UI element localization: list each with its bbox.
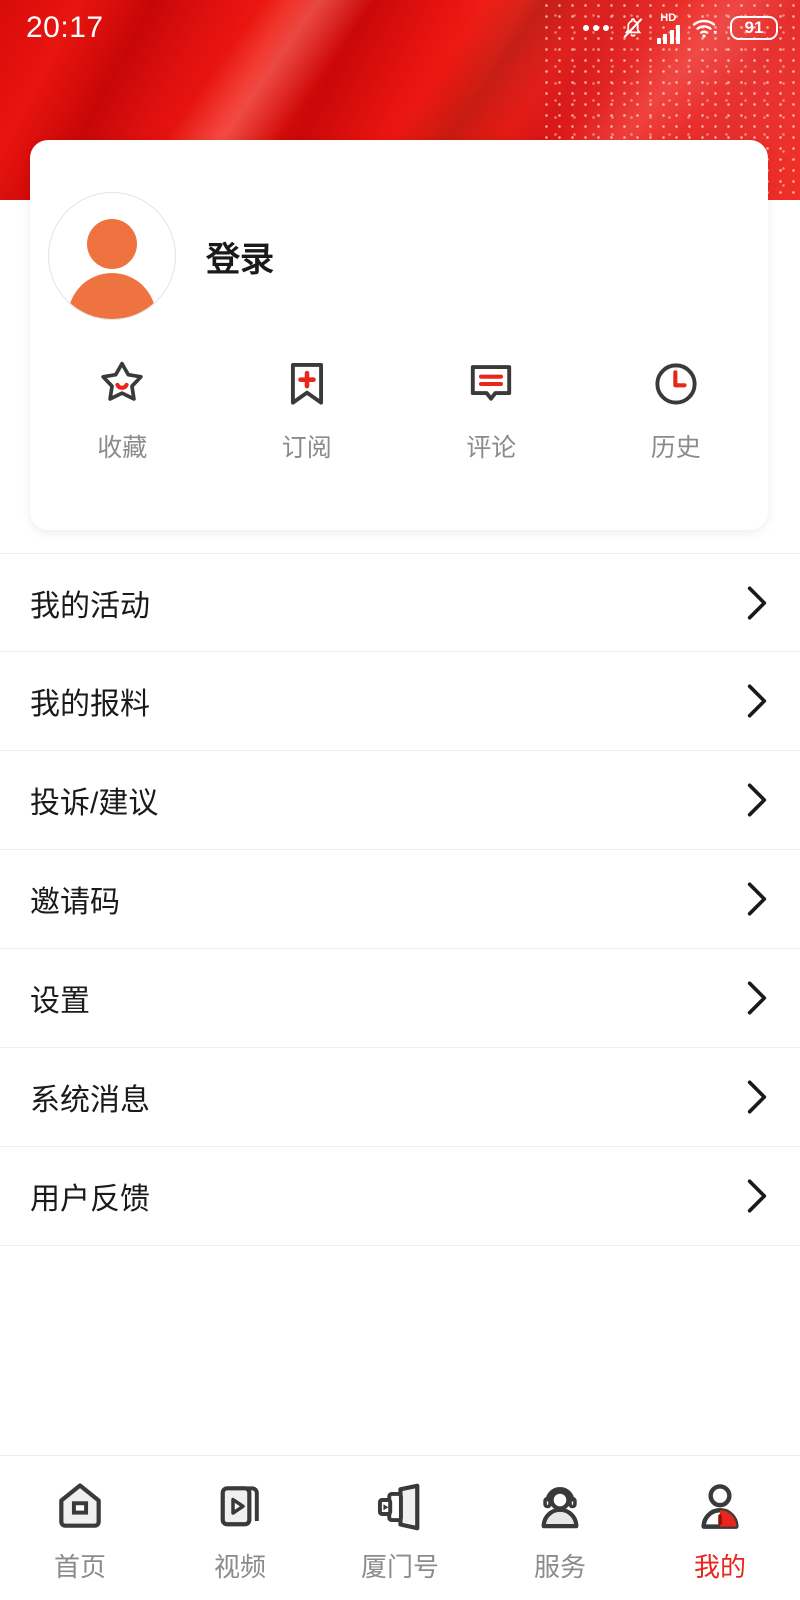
tab-profile[interactable]: 我的 (640, 1473, 800, 1584)
menu-item-label: 我的报料 (30, 688, 150, 721)
chevron-right-icon (747, 684, 767, 718)
chevron-right-icon (747, 981, 767, 1015)
avatar-head-shape (87, 219, 137, 269)
menu-item-label: 用户反馈 (30, 1183, 150, 1216)
menu-item-my-activity[interactable]: 我的活动 (0, 553, 800, 652)
quick-action-comments[interactable]: 评论 (399, 358, 584, 464)
status-bar: 20:17 HD 91 (0, 0, 800, 56)
hd-signal-icon: HD (656, 11, 680, 44)
menu-item-label: 我的活动 (30, 589, 150, 623)
login-row[interactable]: 登录 (30, 140, 768, 320)
tab-label: 服务 (533, 1551, 586, 1582)
settings-menu-list: 我的活动 我的报料 投诉/建议 邀请码 设置 系统消息 用户反馈 (0, 553, 800, 1246)
tab-label: 厦门号 (360, 1551, 439, 1582)
star-icon (101, 361, 143, 401)
tab-service[interactable]: 服务 (480, 1473, 640, 1584)
service-icon (541, 1486, 579, 1528)
bottom-tab-bar: 首页 视频 厦门号 服务 我的 (0, 1455, 800, 1600)
quick-action-favorites[interactable]: 收藏 (30, 358, 215, 464)
quick-action-label: 收藏 (97, 434, 148, 462)
menu-item-my-reports[interactable]: 我的报料 (0, 652, 800, 751)
home-icon (59, 1482, 101, 1528)
menu-item-label: 设置 (30, 985, 90, 1018)
bell-muted-icon (623, 18, 642, 38)
chevron-right-icon (747, 882, 767, 916)
tab-label: 我的 (693, 1551, 746, 1582)
avatar-body-shape (68, 273, 156, 319)
more-dots-icon (582, 25, 609, 31)
menu-item-label: 系统消息 (30, 1084, 150, 1117)
comment-icon (471, 365, 512, 401)
quick-action-label: 历史 (650, 434, 701, 462)
profile-card: 登录 收藏 订阅 评论 历史 (30, 140, 768, 530)
menu-item-invite-code[interactable]: 邀请码 (0, 850, 800, 949)
status-bar-clock: 20:17 (26, 11, 104, 44)
quick-action-label: 评论 (466, 434, 517, 462)
battery-icon: 91 (730, 16, 778, 40)
quick-action-subscribe[interactable]: 订阅 (215, 358, 400, 464)
chevron-right-icon (747, 1080, 767, 1114)
hd-label: HD (660, 11, 677, 24)
tab-home[interactable]: 首页 (0, 1473, 160, 1584)
status-bar-icons: HD 91 (582, 11, 778, 44)
bookmark-plus-icon (290, 362, 323, 405)
quick-actions-row: 收藏 订阅 评论 历史 (30, 358, 768, 464)
channel-icon (377, 1483, 420, 1530)
quick-action-history[interactable]: 历史 (584, 358, 769, 464)
user-avatar-icon[interactable] (48, 192, 176, 320)
tab-video[interactable]: 视频 (160, 1473, 320, 1584)
menu-item-system-messages[interactable]: 系统消息 (0, 1048, 800, 1147)
menu-item-complaints-suggestions[interactable]: 投诉/建议 (0, 751, 800, 850)
tab-channel[interactable]: 厦门号 (320, 1473, 480, 1584)
chevron-right-icon (747, 783, 767, 817)
menu-item-user-feedback[interactable]: 用户反馈 (0, 1147, 800, 1246)
clock-icon (655, 363, 697, 405)
tab-label: 视频 (213, 1551, 266, 1582)
video-icon (220, 1485, 259, 1526)
quick-action-label: 订阅 (281, 434, 332, 462)
tab-label: 首页 (53, 1551, 106, 1582)
menu-item-label: 邀请码 (30, 886, 120, 919)
wifi-icon (692, 19, 717, 38)
chevron-right-icon (747, 1179, 767, 1213)
login-label[interactable]: 登录 (206, 232, 274, 281)
chevron-right-icon (747, 585, 767, 619)
menu-item-label: 投诉/建议 (30, 787, 159, 820)
menu-item-settings[interactable]: 设置 (0, 949, 800, 1048)
profile-icon (701, 1483, 739, 1529)
